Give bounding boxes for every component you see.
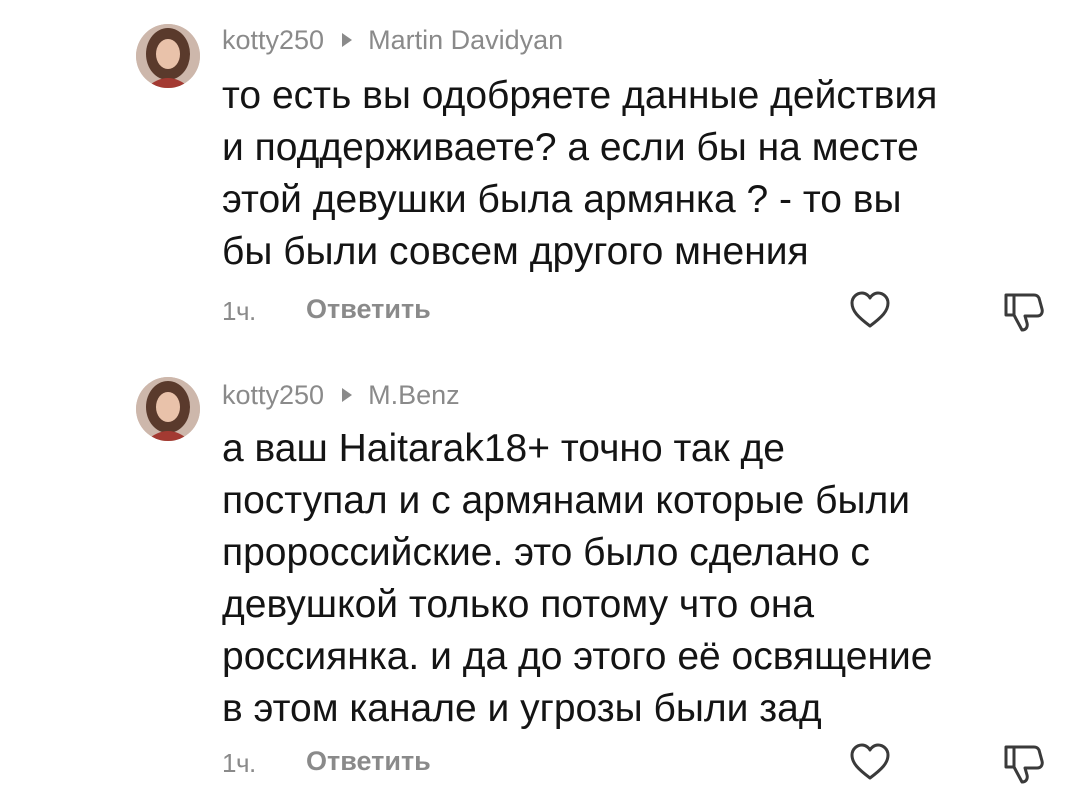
comment-text-line: то есть вы одобряете данные действия: [222, 74, 938, 117]
timestamp: 1ч.: [222, 296, 256, 326]
comment-text-line: пророссийские. это было сделано с: [222, 531, 870, 574]
comment-text-line: поступал и с армянами которые были: [222, 479, 911, 522]
reply-arrow-icon: [342, 33, 353, 47]
reply-to-name[interactable]: M.Benz: [368, 380, 460, 411]
thumbs-down-icon[interactable]: [1000, 290, 1046, 334]
comment-text-line: и поддерживаете? а если бы на месте: [222, 126, 919, 169]
comment-actions: 1ч. Ответить: [0, 290, 1080, 336]
reply-button[interactable]: Ответить: [306, 294, 431, 325]
comment-text-line: этой девушки была армянка ? - то вы: [222, 178, 902, 221]
comment-text-line: россиянка. и да до этого её освящение: [222, 635, 933, 678]
heart-icon[interactable]: [849, 290, 891, 330]
comment-text-line: бы были совсем другого мнения: [222, 230, 809, 273]
comment-text: то есть вы одобряете данные действия и п…: [222, 70, 1052, 278]
comment-actions: 1ч. Ответить: [0, 742, 1080, 788]
comment-meta: kotty250 M.Benz: [222, 378, 460, 412]
avatar-photo-icon: [136, 377, 200, 441]
avatar[interactable]: [136, 24, 200, 88]
reply-button[interactable]: Ответить: [306, 746, 431, 777]
comment-text-line: а ваш Haitarak18+ точно так де: [222, 427, 785, 470]
comment-meta: kotty250 Martin Davidyan: [222, 23, 563, 57]
timestamp: 1ч.: [222, 748, 256, 778]
comment-text-line: в этом канале и угрозы были зад: [222, 687, 822, 730]
comment-text: а ваш Haitarak18+ точно так де поступал …: [222, 423, 1052, 735]
author-name[interactable]: kotty250: [222, 380, 324, 411]
author-name[interactable]: kotty250: [222, 25, 324, 56]
reply-to-name[interactable]: Martin Davidyan: [368, 25, 563, 56]
heart-icon[interactable]: [849, 742, 891, 782]
comment-text-line: девушкой только потому что она: [222, 583, 815, 626]
avatar[interactable]: [136, 377, 200, 441]
avatar-photo-icon: [136, 24, 200, 88]
reply-arrow-icon: [342, 388, 353, 402]
thumbs-down-icon[interactable]: [1000, 742, 1046, 786]
